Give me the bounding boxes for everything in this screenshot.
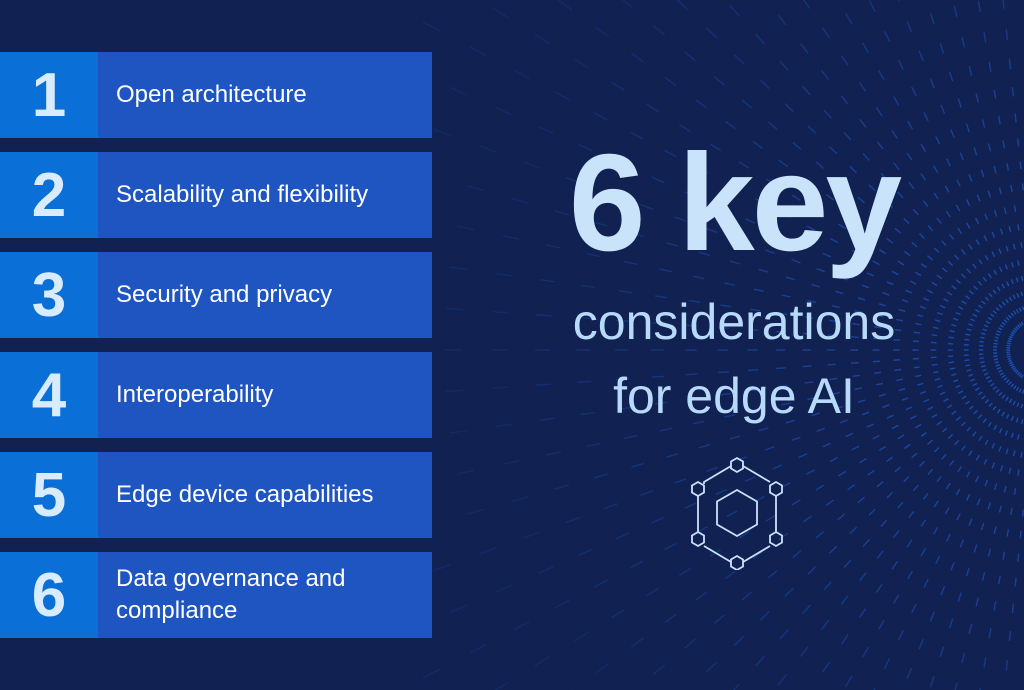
item-number: 5 <box>0 452 98 538</box>
headline-title: 6 key <box>568 126 902 280</box>
hexagon-network-icon <box>686 456 788 572</box>
item-number: 2 <box>0 152 98 238</box>
item-label: Scalability and flexibility <box>116 181 369 208</box>
item-label: Open architecture <box>116 81 307 108</box>
list-item: 1 Open architecture <box>0 52 432 138</box>
item-label: Data governance and compliance <box>116 565 346 624</box>
headline-subtitle-line2: for edge AI <box>613 368 855 424</box>
item-number: 4 <box>0 352 98 438</box>
item-number: 3 <box>0 252 98 338</box>
list-item: 5 Edge device capabilities <box>0 452 432 538</box>
list-item: 6 Data governance and compliance <box>0 552 432 638</box>
item-label: Security and privacy <box>116 281 333 308</box>
list-item: 2 Scalability and flexibility <box>0 152 432 238</box>
item-label: Edge device capabilities <box>116 481 374 508</box>
headline-subtitle-line1: considerations <box>572 294 896 350</box>
item-number: 6 <box>0 552 98 638</box>
list-item: 4 Interoperability <box>0 352 432 438</box>
list-item: 3 Security and privacy <box>0 252 432 338</box>
headline: 6 key considerations for edge AI <box>548 128 920 428</box>
item-label: Interoperability <box>116 381 274 408</box>
item-number: 1 <box>0 52 98 138</box>
